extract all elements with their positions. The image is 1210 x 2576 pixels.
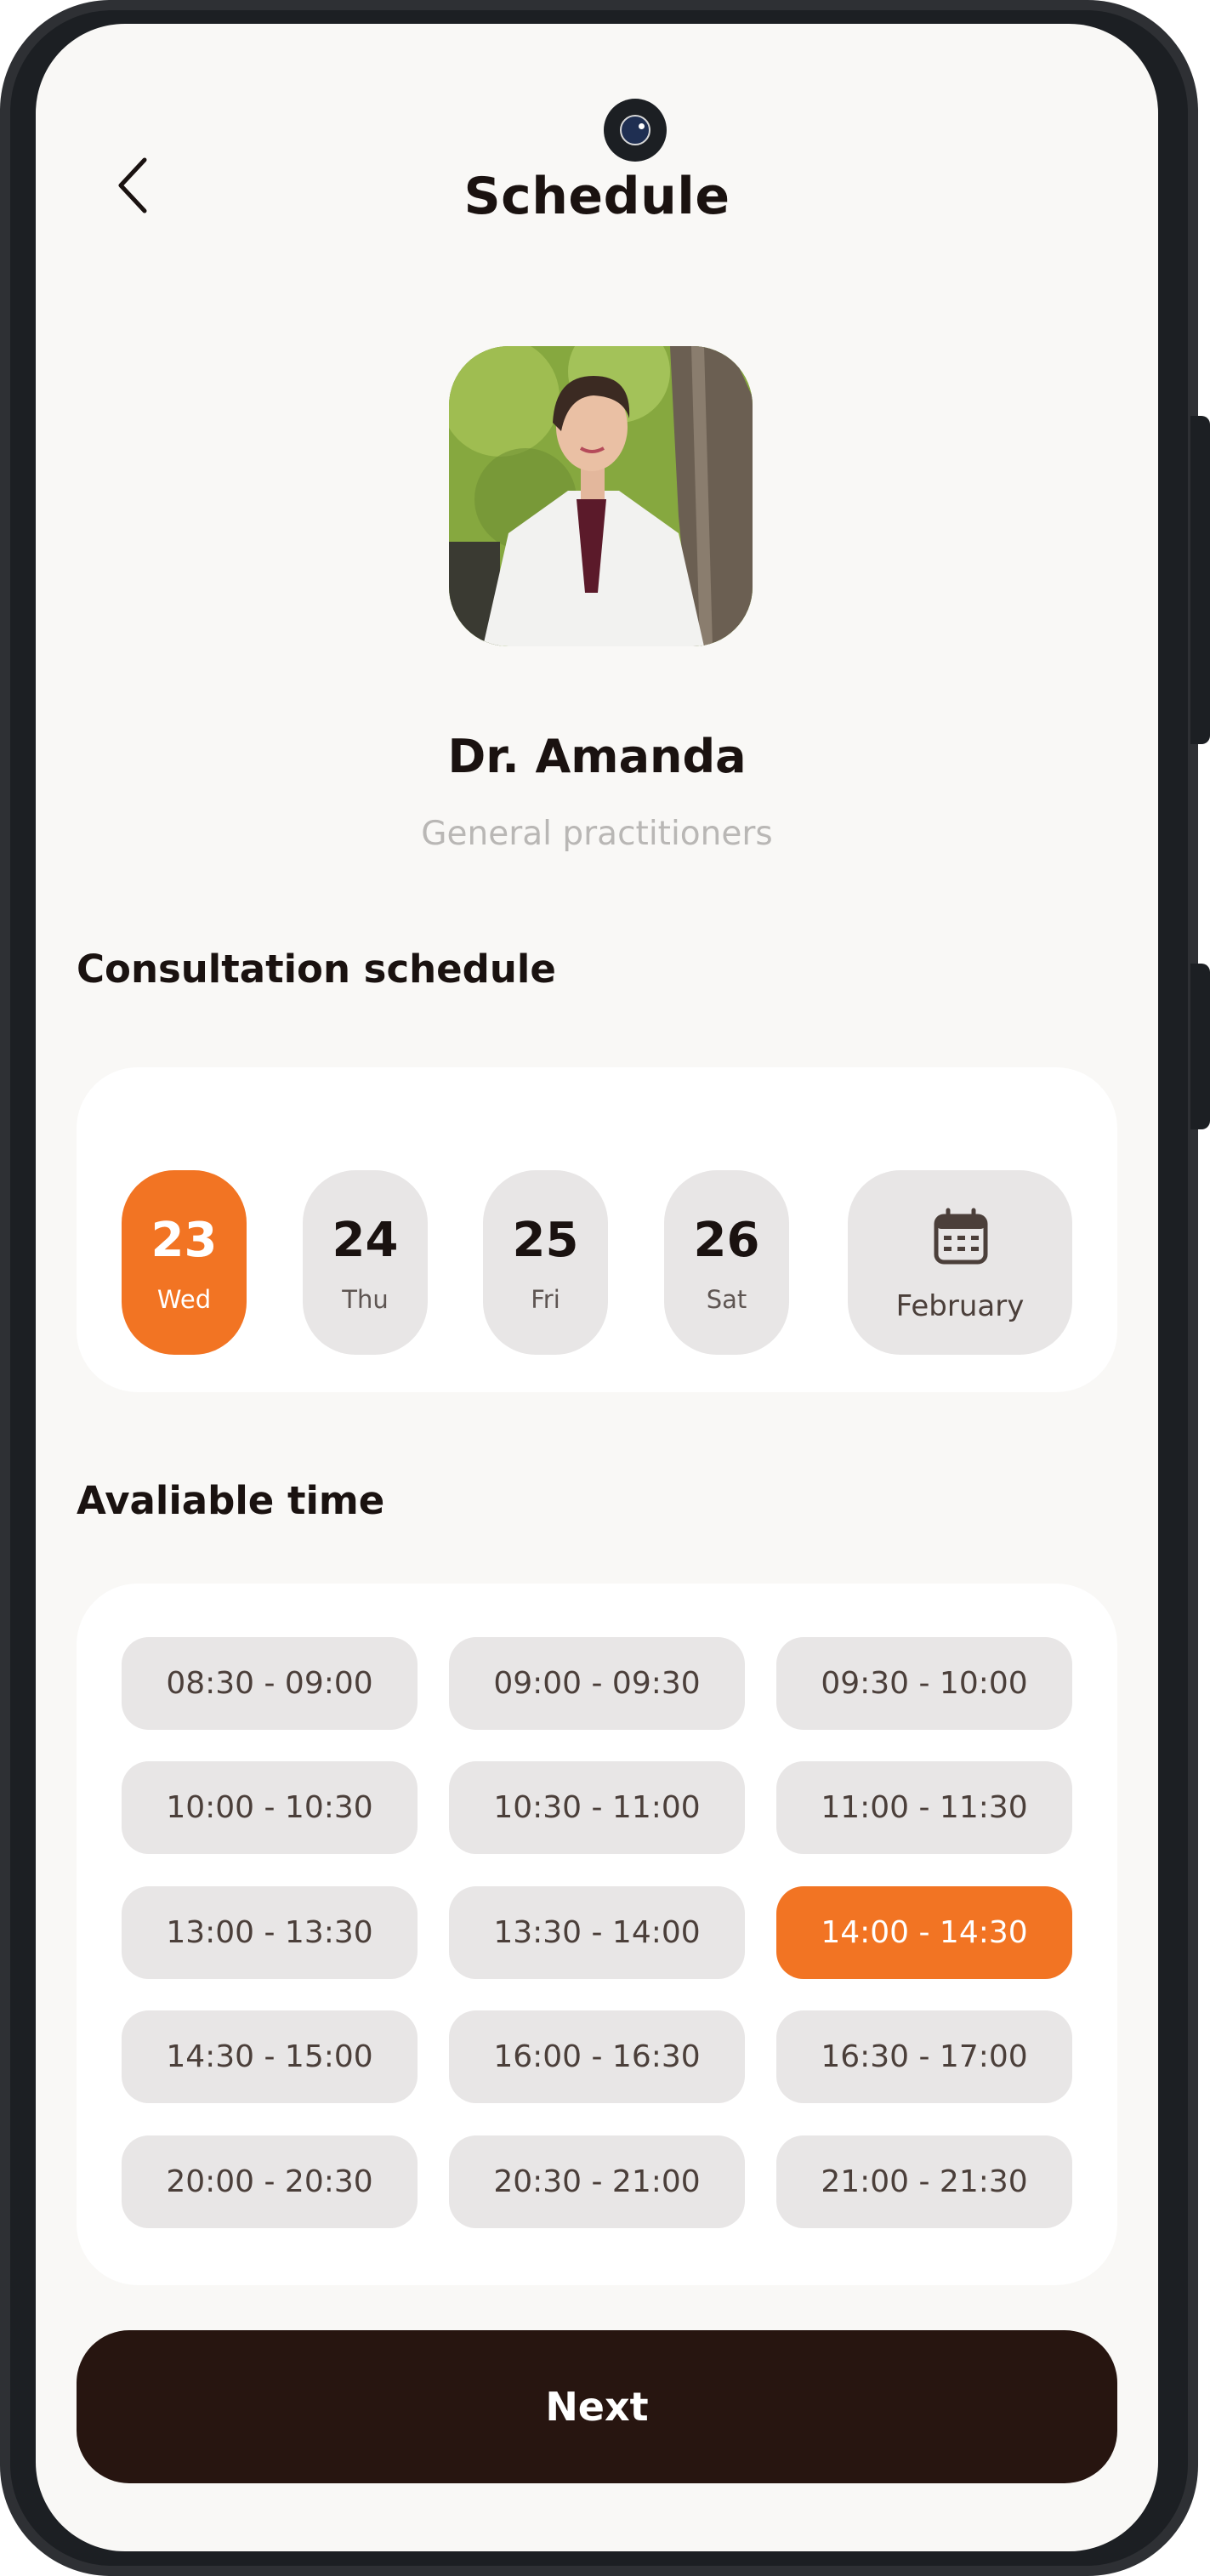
date-day: 25 — [512, 1213, 579, 1268]
date-weekday: Sat — [706, 1285, 747, 1314]
time-slot[interactable]: 09:00 - 09:30 — [449, 1637, 745, 1730]
month-label: February — [895, 1289, 1025, 1323]
calendar-icon — [934, 1208, 988, 1265]
date-pill[interactable]: 26 Sat — [664, 1170, 789, 1355]
time-slot[interactable]: 20:00 - 20:30 — [122, 2135, 418, 2228]
date-selector-card: 23 Wed 24 Thu 25 Fri 26 Sat February — [77, 1067, 1117, 1392]
doctor-photo — [449, 346, 753, 646]
date-pill[interactable]: 25 Fri — [483, 1170, 608, 1355]
doctor-name: Dr. Amanda — [447, 730, 747, 783]
date-day: 26 — [693, 1213, 760, 1268]
page-title: Schedule — [463, 167, 730, 226]
time-slot-selected[interactable]: 14:00 - 14:30 — [776, 1886, 1072, 1979]
time-slot[interactable]: 13:30 - 14:00 — [449, 1886, 745, 1979]
time-slot[interactable]: 08:30 - 09:00 — [122, 1637, 418, 1730]
next-button[interactable]: Next — [77, 2330, 1117, 2483]
time-slots-card: 08:30 - 09:00 09:00 - 09:30 09:30 - 10:0… — [77, 1584, 1117, 2285]
power-button — [1190, 964, 1210, 1129]
month-picker-button[interactable]: February — [848, 1170, 1072, 1355]
camera-glint — [639, 123, 645, 129]
consultation-schedule-heading: Consultation schedule — [77, 947, 556, 992]
available-time-heading: Avaliable time — [77, 1478, 385, 1523]
time-slot[interactable]: 13:00 - 13:30 — [122, 1886, 418, 1979]
date-pill[interactable]: 24 Thu — [303, 1170, 428, 1355]
doctor-photo-image — [449, 346, 753, 646]
time-slot[interactable]: 10:30 - 11:00 — [449, 1761, 745, 1854]
date-day: 23 — [151, 1213, 218, 1268]
time-slot[interactable]: 16:00 - 16:30 — [449, 2010, 745, 2103]
date-day: 24 — [332, 1213, 399, 1268]
app-screen: Schedule Dr. Amanda General practitioner… — [36, 24, 1158, 2551]
camera-lens — [620, 115, 650, 145]
date-weekday: Thu — [342, 1285, 389, 1314]
time-slot[interactable]: 16:30 - 17:00 — [776, 2010, 1072, 2103]
time-slot[interactable]: 09:30 - 10:00 — [776, 1637, 1072, 1730]
front-camera-icon — [604, 99, 667, 162]
time-slot[interactable]: 14:30 - 15:00 — [122, 2010, 418, 2103]
time-slot[interactable]: 11:00 - 11:30 — [776, 1761, 1072, 1854]
time-slot[interactable]: 21:00 - 21:30 — [776, 2135, 1072, 2228]
doctor-specialty: General practitioners — [421, 815, 773, 853]
date-pill[interactable]: 23 Wed — [122, 1170, 247, 1355]
date-weekday: Wed — [156, 1285, 212, 1314]
date-weekday: Fri — [531, 1285, 560, 1314]
volume-button — [1190, 416, 1210, 744]
time-slot[interactable]: 10:00 - 10:30 — [122, 1761, 418, 1854]
time-slot[interactable]: 20:30 - 21:00 — [449, 2135, 745, 2228]
